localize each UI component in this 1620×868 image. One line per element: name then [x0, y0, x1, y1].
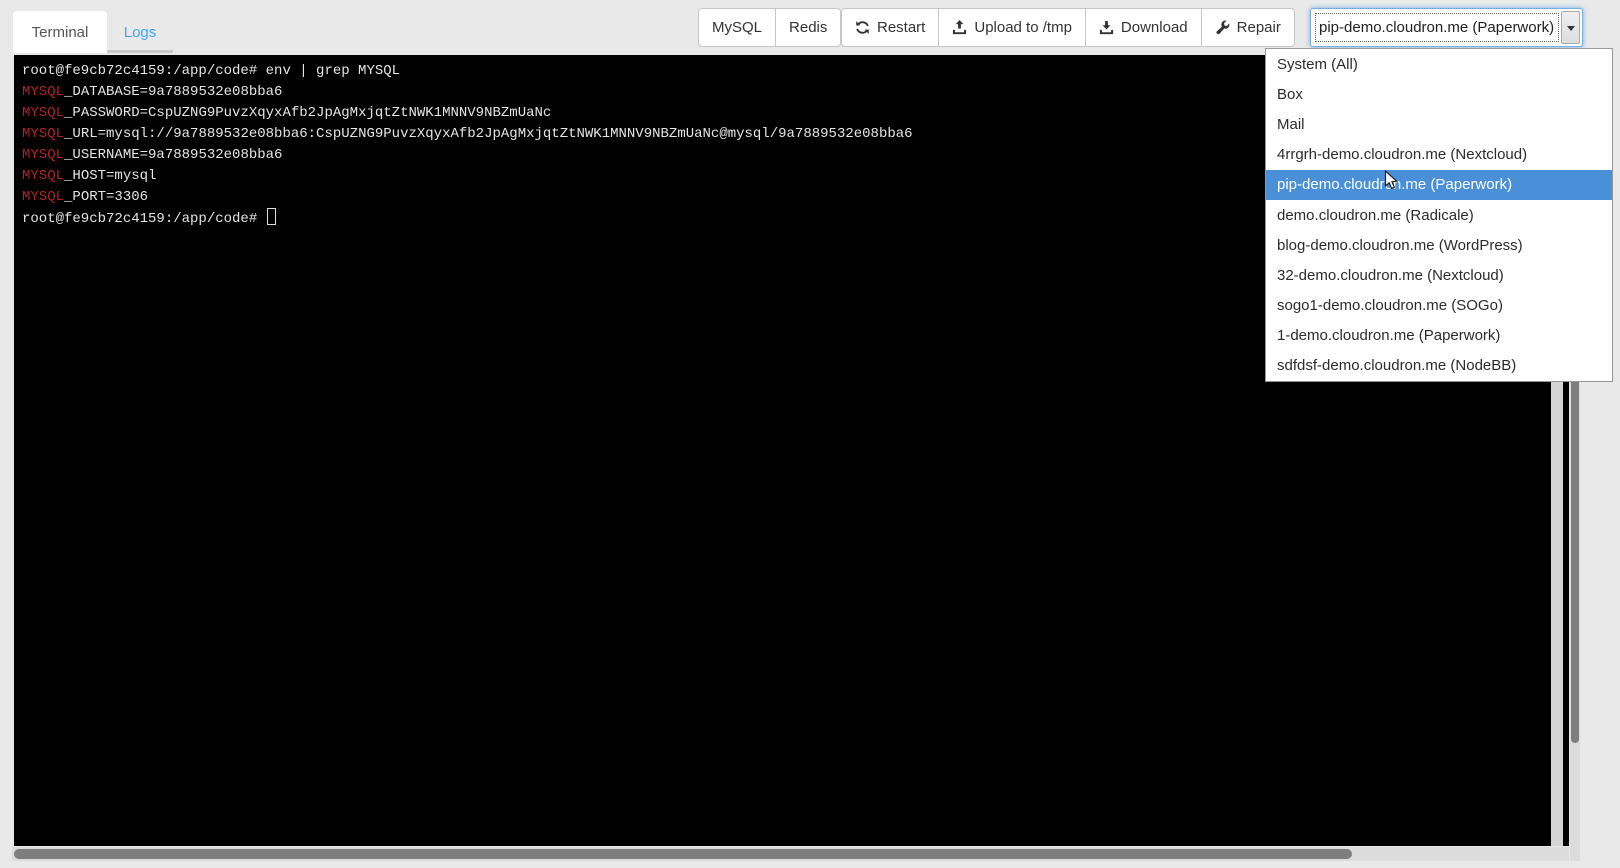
terminal-text-segment: MYSQL — [22, 168, 64, 184]
dropdown-option[interactable]: Mail — [1266, 109, 1612, 139]
terminal-text-segment: _URL=mysql://9a7889532e08bba6:CspUZNG9Pu… — [64, 126, 913, 142]
dropdown-option[interactable]: pip-demo.cloudron.me (Paperwork) — [1266, 170, 1612, 200]
button-label: Upload to /tmp — [974, 19, 1072, 36]
restart-button[interactable]: Restart — [841, 8, 939, 47]
upload-to-tmp-button[interactable]: Upload to /tmp — [939, 8, 1086, 47]
terminal-text-segment: MYSQL — [22, 105, 64, 121]
download-button[interactable]: Download — [1086, 8, 1202, 47]
button-label: Repair — [1237, 19, 1281, 36]
app-select-dropdown: System (All)BoxMail4rrgrh-demo.cloudron.… — [1265, 48, 1613, 382]
terminal-text-segment: _DATABASE=9a7889532e08bba6 — [64, 84, 282, 100]
terminal-text-segment: MYSQL — [22, 84, 64, 100]
repair-icon — [1215, 20, 1230, 35]
chevron-down-icon — [1567, 26, 1575, 35]
terminal-text-segment: _HOST=mysql — [64, 168, 156, 184]
select-arrow-button[interactable] — [1561, 11, 1580, 44]
tab-bar: Terminal Logs — [13, 11, 173, 53]
dropdown-option[interactable]: Box — [1266, 79, 1612, 109]
terminal-text-segment: _PASSWORD=CspUZNG9PuvzXqyxAfb2JpAgMxjqtZ… — [64, 105, 551, 121]
terminal-text-segment: MYSQL — [22, 126, 64, 142]
action-button-group: Restart Upload to /tmp Download Repair — [841, 8, 1295, 47]
redis-button[interactable]: Redis — [776, 8, 841, 47]
app-select[interactable]: pip-demo.cloudron.me (Paperwork) — [1310, 8, 1583, 47]
restart-icon — [855, 20, 870, 35]
button-label: Download — [1121, 19, 1188, 36]
button-label: MySQL — [712, 19, 762, 36]
terminal-text-segment: _PORT=3306 — [64, 189, 148, 205]
dropdown-option[interactable]: sdfdsf-demo.cloudron.me (NodeBB) — [1266, 351, 1612, 381]
tab-logs[interactable]: Logs — [107, 11, 173, 53]
download-icon — [1099, 20, 1114, 35]
dropdown-option[interactable]: blog-demo.cloudron.me (WordPress) — [1266, 230, 1612, 260]
terminal-text-segment: MYSQL — [22, 147, 64, 163]
button-label: Redis — [789, 19, 827, 36]
dropdown-option[interactable]: System (All) — [1266, 49, 1612, 79]
dropdown-option[interactable]: demo.cloudron.me (Radicale) — [1266, 200, 1612, 230]
horizontal-scrollbar-thumb[interactable] — [14, 849, 1352, 859]
upload-icon — [952, 20, 967, 35]
dropdown-option[interactable]: sogo1-demo.cloudron.me (SOGo) — [1266, 291, 1612, 321]
mysql-button[interactable]: MySQL — [698, 8, 776, 47]
dropdown-option[interactable]: 1-demo.cloudron.me (Paperwork) — [1266, 321, 1612, 351]
tab-terminal[interactable]: Terminal — [13, 11, 107, 53]
app-select-value: pip-demo.cloudron.me (Paperwork) — [1316, 14, 1558, 41]
mouse-cursor-icon — [1384, 170, 1399, 197]
button-label: Restart — [877, 19, 925, 36]
repair-button[interactable]: Repair — [1202, 8, 1295, 47]
terminal-text-segment: root@fe9cb72c4159:/app/code# env | grep … — [22, 63, 400, 79]
terminal-cursor — [267, 208, 276, 225]
terminal-text-segment: _USERNAME=9a7889532e08bba6 — [64, 147, 282, 163]
database-button-group: MySQL Redis — [698, 8, 841, 47]
dropdown-option[interactable]: 32-demo.cloudron.me (Nextcloud) — [1266, 260, 1612, 290]
terminal-text-segment: MYSQL — [22, 189, 64, 205]
terminal-text-segment: root@fe9cb72c4159:/app/code# — [22, 211, 266, 227]
dropdown-option[interactable]: 4rrgrh-demo.cloudron.me (Nextcloud) — [1266, 140, 1612, 170]
horizontal-scrollbar-track[interactable] — [12, 847, 1569, 861]
